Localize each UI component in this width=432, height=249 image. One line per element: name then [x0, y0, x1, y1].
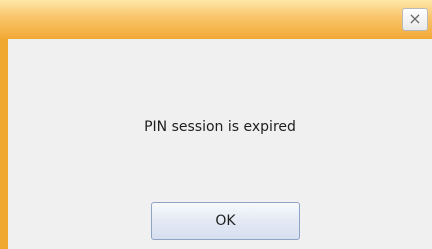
- dialog-message: PIN session is expired: [144, 119, 296, 135]
- dialog-body: PIN session is expired OK: [8, 39, 432, 249]
- title-bar: ×: [0, 0, 432, 39]
- close-icon[interactable]: ×: [402, 8, 428, 31]
- ok-button[interactable]: OK: [151, 202, 300, 240]
- message-dialog: × PIN session is expired OK: [0, 0, 432, 249]
